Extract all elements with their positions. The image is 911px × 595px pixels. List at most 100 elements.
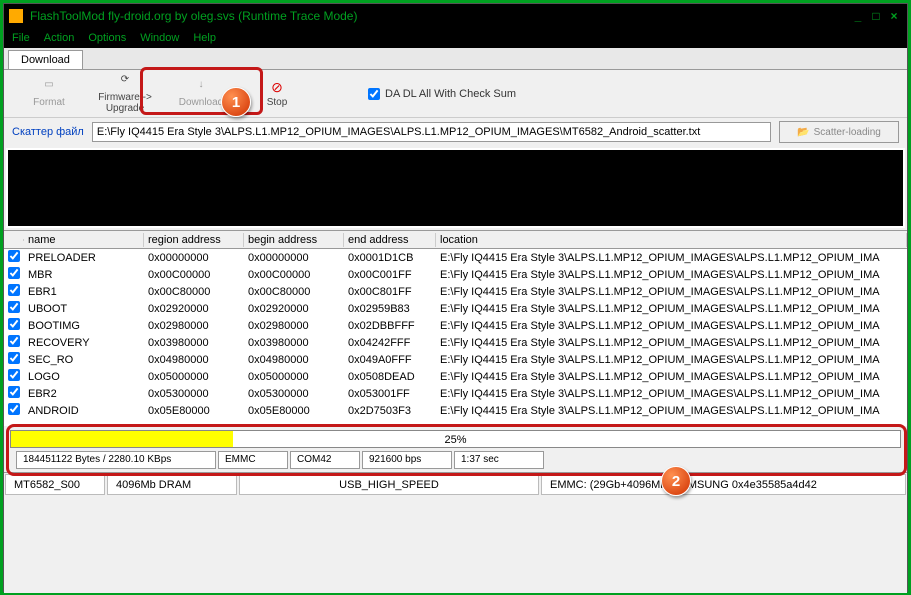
upgrade-label: Firmware -> Upgrade bbox=[90, 92, 160, 114]
table-row[interactable]: MBR0x00C000000x00C000000x00C001FFE:\Fly … bbox=[4, 266, 907, 283]
table-row[interactable]: ANDROID0x05E800000x05E800000x2D7503F3E:\… bbox=[4, 402, 907, 419]
stop-icon: ⊘ bbox=[242, 79, 312, 95]
status-emmc: EMMC: (29Gb+4096Mb) SAMSUNG 0x4e35585a4d… bbox=[541, 474, 906, 495]
cell-name: UBOOT bbox=[24, 303, 144, 315]
cell-begin: 0x04980000 bbox=[244, 354, 344, 366]
menu-action[interactable]: Action bbox=[44, 32, 75, 44]
status-usb: USB_HIGH_SPEED bbox=[239, 474, 539, 495]
stat-time: 1:37 sec bbox=[454, 451, 544, 469]
cell-region: 0x00C00000 bbox=[144, 269, 244, 281]
cell-region: 0x02980000 bbox=[144, 320, 244, 332]
cell-name: LOGO bbox=[24, 371, 144, 383]
cell-name: EBR2 bbox=[24, 388, 144, 400]
table-row[interactable]: EBR10x00C800000x00C800000x00C801FFE:\Fly… bbox=[4, 283, 907, 300]
cell-name: MBR bbox=[24, 269, 144, 281]
stop-label: Stop bbox=[242, 97, 312, 108]
row-checkbox[interactable] bbox=[8, 301, 20, 313]
window-title: FlashToolMod fly-droid.org by oleg.svs (… bbox=[30, 9, 849, 23]
table-row[interactable]: LOGO0x050000000x050000000x0508DEADE:\Fly… bbox=[4, 368, 907, 385]
cell-begin: 0x02920000 bbox=[244, 303, 344, 315]
col-location[interactable]: location bbox=[436, 233, 907, 247]
maximize-button[interactable]: □ bbox=[867, 9, 885, 23]
cell-begin: 0x05300000 bbox=[244, 388, 344, 400]
cell-location: E:\Fly IQ4415 Era Style 3\ALPS.L1.MP12_O… bbox=[436, 320, 907, 332]
cell-location: E:\Fly IQ4415 Era Style 3\ALPS.L1.MP12_O… bbox=[436, 286, 907, 298]
cell-location: E:\Fly IQ4415 Era Style 3\ALPS.L1.MP12_O… bbox=[436, 371, 907, 383]
upgrade-icon: ⟳ bbox=[90, 74, 160, 90]
table-row[interactable]: SEC_RO0x049800000x049800000x049A0FFFE:\F… bbox=[4, 351, 907, 368]
status-dram: 4096Mb DRAM bbox=[107, 474, 237, 495]
scatter-row: Скаттер файл 📂 Scatter-loading bbox=[4, 118, 907, 146]
stat-storage: EMMC bbox=[218, 451, 288, 469]
row-checkbox[interactable] bbox=[8, 403, 20, 415]
cell-begin: 0x00000000 bbox=[244, 252, 344, 264]
firmware-upgrade-button[interactable]: ⟳ Firmware -> Upgrade bbox=[90, 74, 160, 114]
col-name[interactable]: name bbox=[24, 233, 144, 247]
cell-name: RECOVERY bbox=[24, 337, 144, 349]
minimize-button[interactable]: _ bbox=[849, 9, 867, 23]
cell-location: E:\Fly IQ4415 Era Style 3\ALPS.L1.MP12_O… bbox=[436, 252, 907, 264]
tabstrip: Download bbox=[4, 48, 907, 70]
row-checkbox[interactable] bbox=[8, 369, 20, 381]
col-end[interactable]: end address bbox=[344, 233, 436, 247]
titlebar: FlashToolMod fly-droid.org by oleg.svs (… bbox=[4, 4, 907, 28]
row-checkbox[interactable] bbox=[8, 335, 20, 347]
row-checkbox[interactable] bbox=[8, 352, 20, 364]
row-checkbox[interactable] bbox=[8, 267, 20, 279]
cell-end: 0x0508DEAD bbox=[344, 371, 436, 383]
row-checkbox[interactable] bbox=[8, 318, 20, 330]
stats-row: 184451122 Bytes / 2280.10 KBps EMMC COM4… bbox=[10, 448, 901, 472]
cell-end: 0x2D7503F3 bbox=[344, 405, 436, 417]
table-row[interactable]: UBOOT0x029200000x029200000x02959B83E:\Fl… bbox=[4, 300, 907, 317]
tab-download[interactable]: Download bbox=[8, 50, 83, 69]
cell-region: 0x05E80000 bbox=[144, 405, 244, 417]
menu-options[interactable]: Options bbox=[88, 32, 126, 44]
folder-icon: 📂 bbox=[797, 127, 809, 138]
cell-region: 0x05300000 bbox=[144, 388, 244, 400]
progress-text: 25% bbox=[11, 431, 900, 449]
menu-help[interactable]: Help bbox=[193, 32, 216, 44]
table-row[interactable]: RECOVERY0x039800000x039800000x04242FFFE:… bbox=[4, 334, 907, 351]
check-sum-checkbox[interactable] bbox=[368, 88, 380, 100]
format-icon: ▭ bbox=[14, 79, 84, 95]
scatter-loading-button[interactable]: 📂 Scatter-loading bbox=[779, 121, 899, 143]
cell-begin: 0x00C00000 bbox=[244, 269, 344, 281]
status-chip: MT6582_S00 bbox=[5, 474, 105, 495]
table-row[interactable]: EBR20x053000000x053000000x053001FFE:\Fly… bbox=[4, 385, 907, 402]
scatter-path-input[interactable] bbox=[92, 122, 771, 142]
row-checkbox[interactable] bbox=[8, 250, 20, 262]
download-button[interactable]: ↓ Download bbox=[166, 79, 236, 108]
row-checkbox[interactable] bbox=[8, 386, 20, 398]
cell-location: E:\Fly IQ4415 Era Style 3\ALPS.L1.MP12_O… bbox=[436, 405, 907, 417]
cell-location: E:\Fly IQ4415 Era Style 3\ALPS.L1.MP12_O… bbox=[436, 354, 907, 366]
cell-end: 0x04242FFF bbox=[344, 337, 436, 349]
col-begin[interactable]: begin address bbox=[244, 233, 344, 247]
close-button[interactable]: × bbox=[885, 9, 903, 23]
cell-location: E:\Fly IQ4415 Era Style 3\ALPS.L1.MP12_O… bbox=[436, 269, 907, 281]
table-body[interactable]: PRELOADER0x000000000x000000000x0001D1CBE… bbox=[4, 249, 907, 426]
format-label: Format bbox=[14, 97, 84, 108]
cell-region: 0x03980000 bbox=[144, 337, 244, 349]
cell-region: 0x05000000 bbox=[144, 371, 244, 383]
format-button[interactable]: ▭ Format bbox=[14, 79, 84, 108]
col-region[interactable]: region address bbox=[144, 233, 244, 247]
menu-file[interactable]: File bbox=[12, 32, 30, 44]
cell-region: 0x00C80000 bbox=[144, 286, 244, 298]
menu-window[interactable]: Window bbox=[140, 32, 179, 44]
stat-baud: 921600 bps bbox=[362, 451, 452, 469]
cell-begin: 0x05E80000 bbox=[244, 405, 344, 417]
stop-button[interactable]: ⊘ Stop bbox=[242, 79, 312, 108]
table-row[interactable]: BOOTIMG0x029800000x029800000x02DBBFFFE:\… bbox=[4, 317, 907, 334]
cell-end: 0x0001D1CB bbox=[344, 252, 436, 264]
cell-end: 0x02959B83 bbox=[344, 303, 436, 315]
cell-name: EBR1 bbox=[24, 286, 144, 298]
stat-bytes: 184451122 Bytes / 2280.10 KBps bbox=[16, 451, 216, 469]
table-row[interactable]: PRELOADER0x000000000x000000000x0001D1CBE… bbox=[4, 249, 907, 266]
cell-region: 0x04980000 bbox=[144, 354, 244, 366]
row-checkbox[interactable] bbox=[8, 284, 20, 296]
partition-table: name region address begin address end ad… bbox=[4, 230, 907, 426]
cell-end: 0x02DBBFFF bbox=[344, 320, 436, 332]
check-sum-toggle[interactable]: DA DL All With Check Sum bbox=[368, 88, 516, 100]
cell-name: BOOTIMG bbox=[24, 320, 144, 332]
scatter-button-label: Scatter-loading bbox=[814, 127, 881, 138]
